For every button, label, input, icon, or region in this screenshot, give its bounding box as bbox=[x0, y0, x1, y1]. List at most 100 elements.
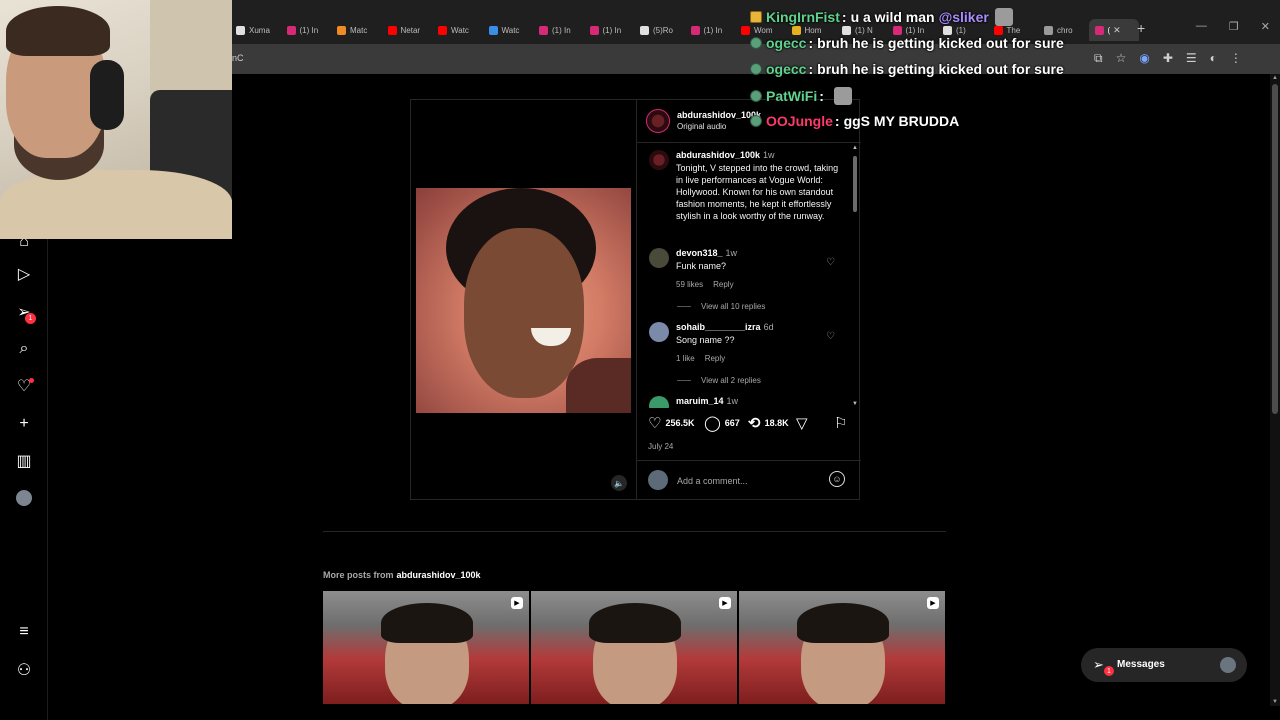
mute-icon[interactable]: 🔈 bbox=[611, 475, 627, 491]
browser-tab[interactable]: (1) In bbox=[281, 19, 332, 41]
author-username[interactable]: abdurashidov_100k bbox=[677, 110, 761, 120]
create-plus-icon[interactable]: + bbox=[14, 414, 34, 434]
tab-favicon-icon bbox=[1044, 25, 1053, 35]
comment-reply-button[interactable]: Reply bbox=[705, 354, 725, 363]
tab-label: The bbox=[1006, 25, 1021, 35]
messages-button[interactable]: ➢ 1 Messages bbox=[1081, 648, 1247, 682]
emoji-icon[interactable]: ☺ bbox=[829, 471, 845, 487]
page-scrollbar[interactable]: ▲ ▼ bbox=[1270, 74, 1280, 706]
comment-likes[interactable]: 59 likes bbox=[676, 280, 703, 289]
browser-tab[interactable]: Watc bbox=[432, 19, 483, 41]
tab-label: Xuma bbox=[249, 25, 270, 35]
comment-avatar[interactable] bbox=[649, 396, 669, 408]
reels-icon[interactable]: ▷ bbox=[14, 264, 34, 284]
chat-username: KingIrnFist bbox=[766, 9, 840, 25]
comment-reply-button[interactable]: Reply bbox=[713, 280, 733, 289]
save-button[interactable]: ⚐ bbox=[834, 414, 851, 432]
more-post-thumbnail[interactable]: ▶ bbox=[323, 591, 529, 704]
browser-tab[interactable]: (1) In bbox=[685, 19, 736, 41]
more-posts-label: More posts from abdurashidov_100k bbox=[323, 570, 481, 580]
comment-avatar[interactable] bbox=[649, 322, 669, 342]
more-post-thumbnail[interactable]: ▶ bbox=[739, 591, 945, 704]
chat-username: ogecc bbox=[766, 61, 807, 77]
install-app-icon[interactable]: ⧉ bbox=[1094, 51, 1103, 66]
browser-tab[interactable]: (1) In bbox=[584, 19, 635, 41]
browser-tab[interactable]: (✕ bbox=[1088, 19, 1139, 41]
tab-label: Matc bbox=[350, 25, 368, 35]
tab-favicon-icon bbox=[337, 25, 346, 35]
reading-list-icon[interactable]: ☰ bbox=[1186, 51, 1197, 66]
browser-tab[interactable]: Netar bbox=[382, 19, 433, 41]
browser-tab[interactable]: Matc bbox=[331, 19, 382, 41]
comment-avatar[interactable] bbox=[649, 248, 669, 268]
page-scroll-up-icon[interactable]: ▲ bbox=[1272, 75, 1278, 81]
more-post-thumbnail[interactable]: ▶ bbox=[531, 591, 737, 704]
comments-scrollbar[interactable]: ▲ ▼ bbox=[851, 144, 859, 408]
chat-badge-icon bbox=[750, 11, 762, 23]
browser-tab[interactable]: Watc bbox=[483, 19, 534, 41]
tab-favicon-icon bbox=[286, 25, 296, 35]
tab-label: (1) In bbox=[602, 25, 622, 35]
new-tab-button[interactable]: + bbox=[1137, 20, 1145, 36]
comment-count: 667 bbox=[724, 418, 740, 428]
chat-separator: : bbox=[808, 61, 814, 77]
comment-button[interactable]: ◯ 667 bbox=[704, 414, 740, 432]
comment-likes[interactable]: 1 like bbox=[676, 354, 695, 363]
close-tab-icon[interactable]: ✕ bbox=[1113, 25, 1121, 36]
minimize-icon[interactable]: — bbox=[1196, 20, 1207, 33]
tab-favicon-icon bbox=[640, 25, 649, 35]
extensions-icon[interactable]: ✚ bbox=[1163, 51, 1173, 66]
comment-like-icon[interactable]: ♡ bbox=[826, 257, 835, 268]
scroll-thumb[interactable] bbox=[853, 156, 857, 212]
repost-icon: ⟲ bbox=[748, 415, 761, 432]
caption-username[interactable]: abdurashidov_100k bbox=[676, 150, 760, 160]
profile-icon[interactable]: ◐ bbox=[1210, 51, 1217, 66]
hamburger-menu-icon[interactable]: ≡ bbox=[14, 622, 34, 642]
post-sidebar: abdurashidov_100k Original audio abduras… bbox=[636, 100, 861, 499]
post-actions: ♡ 256.5K ◯ 667 ⟲ 18.8K ▽ ⚐ July 24 bbox=[637, 410, 861, 460]
post-viewer: 🔈 abdurashidov_100k Original audio abdur… bbox=[410, 99, 861, 500]
chat-text: bruh he is getting kicked out for sure bbox=[817, 61, 1064, 77]
scroll-up-icon[interactable]: ▲ bbox=[852, 145, 858, 151]
more-posts-username[interactable]: abdurashidov_100k bbox=[397, 570, 481, 580]
meta-apps-icon[interactable]: ⚇ bbox=[14, 660, 34, 680]
browser-tab[interactable]: (5)Ro bbox=[634, 19, 685, 41]
comment-username[interactable]: devon318_ bbox=[676, 248, 723, 258]
tab-label: (1) In bbox=[299, 25, 319, 35]
more-posts-grid: ▶ ▶ ▶ bbox=[323, 591, 946, 704]
view-replies-button[interactable]: View all 10 replies bbox=[677, 302, 765, 311]
browser-tab[interactable]: (1) In bbox=[533, 19, 584, 41]
chat-text: bruh he is getting kicked out for sure bbox=[817, 35, 1064, 51]
comment-input[interactable] bbox=[677, 474, 827, 488]
tab-label: ( bbox=[1107, 25, 1111, 35]
close-window-icon[interactable]: ✕ bbox=[1261, 20, 1270, 33]
maximize-icon[interactable]: ❐ bbox=[1229, 20, 1239, 33]
view-replies-button[interactable]: View all 2 replies bbox=[677, 376, 761, 385]
browser-tab[interactable]: Xuma bbox=[230, 19, 281, 41]
comment-like-icon[interactable]: ♡ bbox=[826, 331, 835, 342]
repost-button[interactable]: ⟲ 18.8K bbox=[748, 414, 789, 432]
author-avatar[interactable] bbox=[646, 109, 670, 133]
audio-label[interactable]: Original audio bbox=[677, 122, 726, 131]
messages-avatar bbox=[1220, 657, 1236, 673]
caption-avatar[interactable] bbox=[649, 150, 669, 170]
audio-extension-icon[interactable]: ◉ bbox=[1139, 51, 1149, 66]
tab-label: (1) In bbox=[552, 25, 571, 35]
comment-username[interactable]: sohaib________izra bbox=[676, 322, 761, 332]
comment-username[interactable]: maruim_14 bbox=[676, 396, 724, 406]
page-scroll-down-icon[interactable]: ▼ bbox=[1272, 699, 1278, 705]
profile-avatar-icon[interactable] bbox=[14, 488, 34, 508]
bookmark-star-icon[interactable]: ☆ bbox=[1116, 51, 1127, 66]
caption-time: 1w bbox=[763, 150, 775, 160]
video-frame[interactable] bbox=[416, 188, 631, 413]
like-button[interactable]: ♡ 256.5K bbox=[648, 414, 694, 432]
reel-video[interactable]: 🔈 bbox=[411, 100, 635, 499]
tab-label: Wom bbox=[754, 25, 773, 35]
kebab-menu-icon[interactable]: ⋮ bbox=[1230, 51, 1242, 66]
url-text[interactable]: nC bbox=[232, 53, 244, 63]
share-button[interactable]: ▽ bbox=[796, 414, 812, 432]
scroll-down-icon[interactable]: ▼ bbox=[852, 401, 858, 407]
search-icon[interactable]: ⌕ bbox=[14, 339, 34, 359]
dashboard-icon[interactable]: ▥ bbox=[14, 451, 34, 471]
page-scroll-thumb[interactable] bbox=[1272, 84, 1278, 414]
